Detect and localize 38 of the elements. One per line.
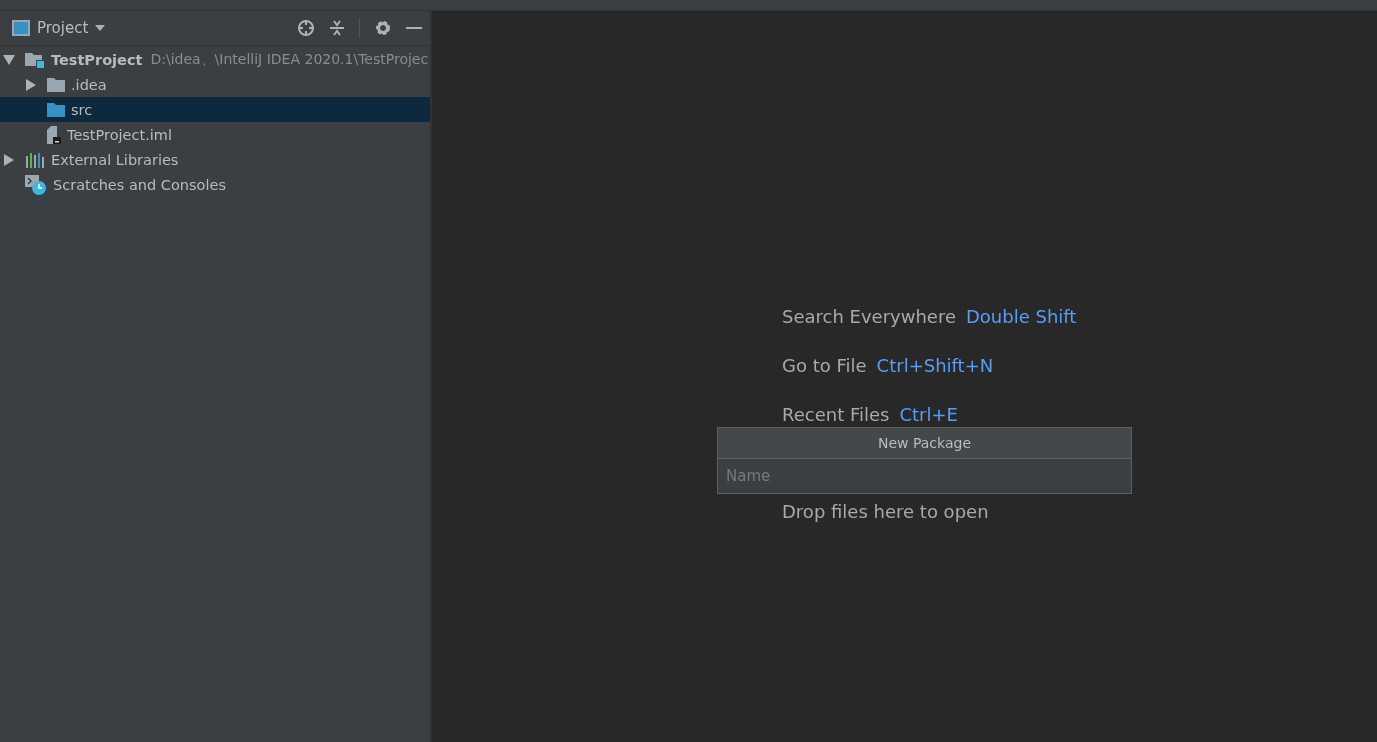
folder-icon	[47, 77, 65, 92]
item-label: TestProject.iml	[67, 126, 172, 143]
hint-text: Search Everywhere	[782, 305, 956, 328]
minimize-icon[interactable]	[406, 26, 422, 30]
shortcut-text: Double Shift	[966, 305, 1077, 328]
tree-item[interactable]: External Libraries	[0, 147, 430, 172]
name-input-field[interactable]: Name	[717, 459, 1132, 494]
expanded-arrow-icon[interactable]	[3, 53, 15, 66]
collapsed-arrow-icon[interactable]	[3, 153, 15, 166]
window-icon	[12, 20, 30, 36]
shortcut-text: Ctrl+Shift+N	[876, 354, 994, 377]
shortcut-text: Ctrl+E	[899, 403, 958, 426]
project-view-dropdown[interactable]: Project	[12, 19, 106, 37]
collapse-all-icon[interactable]	[329, 19, 345, 37]
collapsed-arrow-icon[interactable]	[25, 78, 37, 91]
tree-item[interactable]: TestProject D:\idea、\IntelliJ IDEA 2020.1\TestProjec	[0, 47, 430, 72]
folder-icon	[47, 102, 65, 117]
tree-item[interactable]: TestProject.iml	[0, 122, 430, 147]
hint-text: Drop files here to open	[782, 500, 989, 523]
scratch-clock-icon	[25, 174, 47, 195]
hint-text: Recent Files	[782, 403, 890, 426]
item-label: Scratches and Consoles	[53, 176, 226, 193]
library-icon	[25, 151, 45, 168]
caret-icon	[95, 25, 106, 31]
item-label: .idea	[71, 76, 107, 93]
hint-text: Go to File	[782, 354, 867, 377]
crosshair-icon[interactable]	[297, 19, 315, 37]
settings-icon[interactable]	[374, 19, 392, 37]
project-path: D:\idea、\IntelliJ IDEA 2020.1\TestProjec	[150, 50, 429, 69]
module-folder-icon	[25, 51, 45, 68]
popup-title: New Package	[717, 427, 1132, 459]
item-label: TestProject	[51, 51, 143, 68]
tree-item[interactable]: Scratches and Consoles	[0, 172, 430, 197]
file-icon	[47, 125, 61, 144]
tree-item[interactable]: src	[0, 97, 430, 122]
item-label: src	[71, 101, 93, 118]
tree-item[interactable]: .idea	[0, 72, 430, 97]
item-label: External Libraries	[51, 151, 179, 168]
